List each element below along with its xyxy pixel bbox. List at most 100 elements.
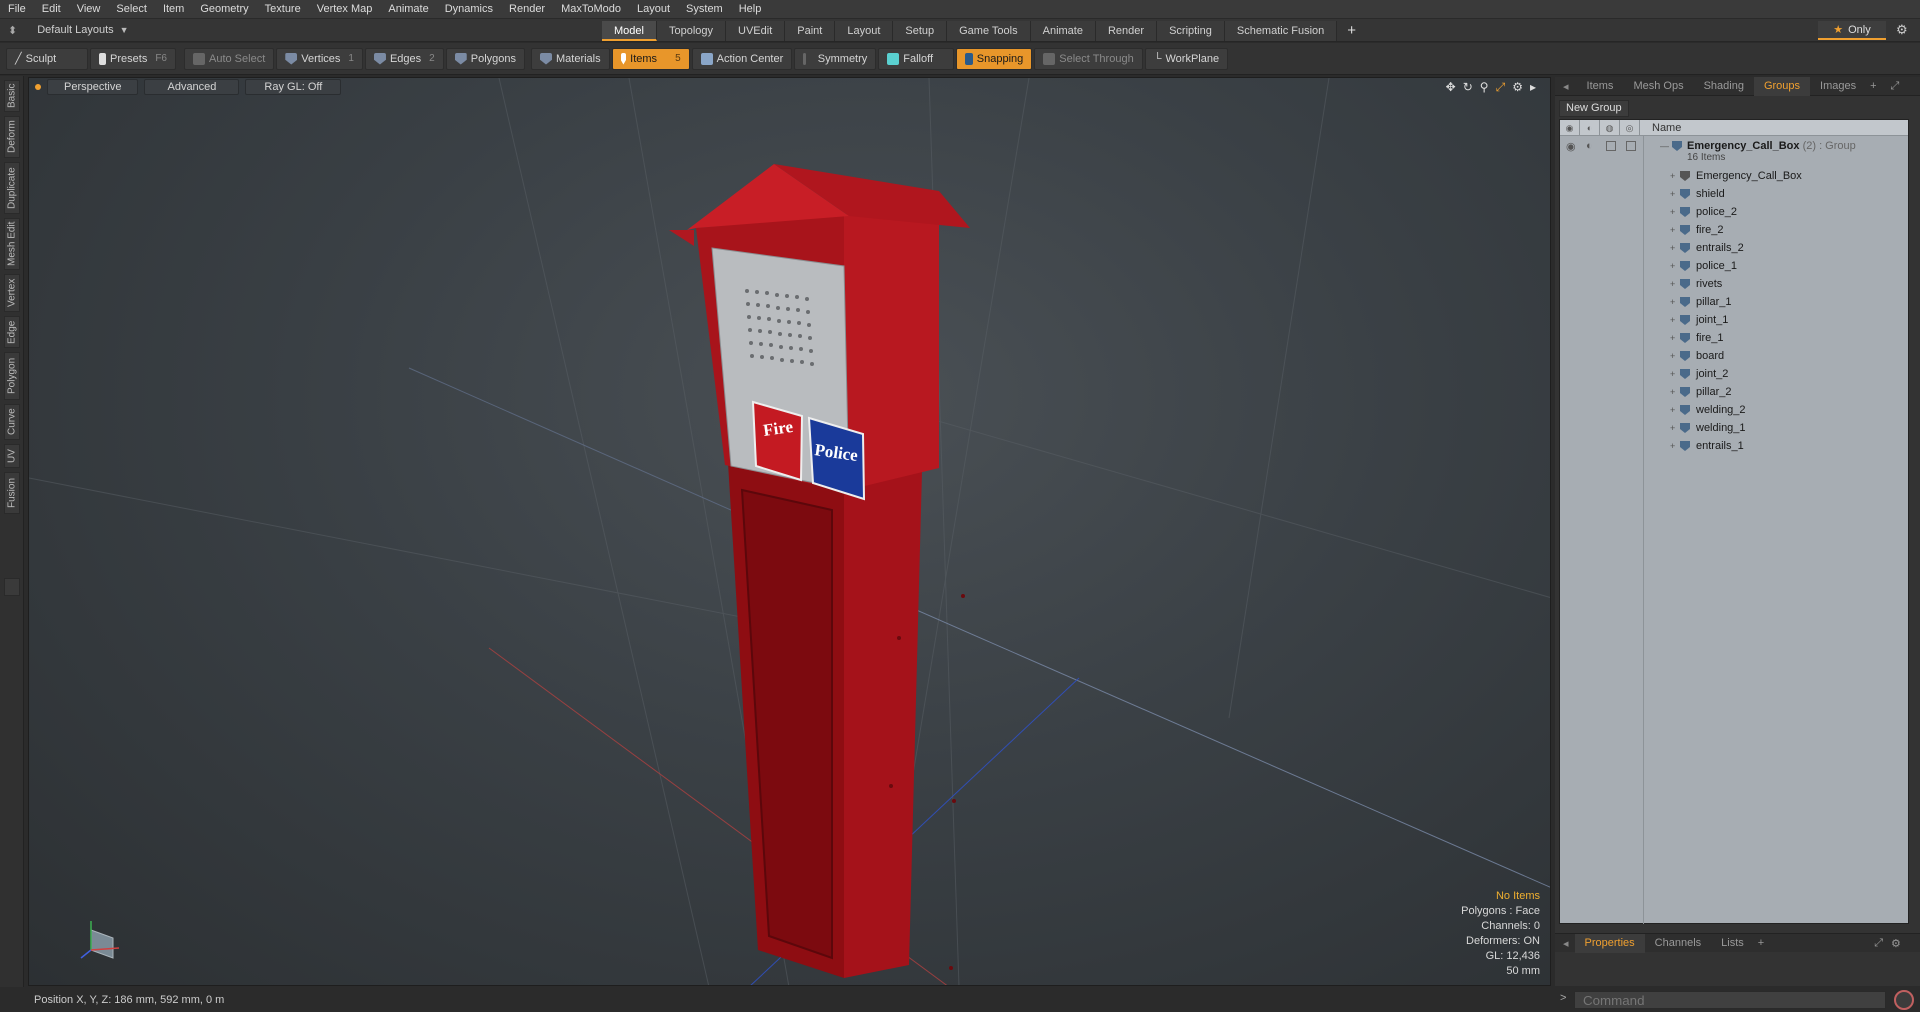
new-group-button[interactable]: New Group	[1559, 100, 1629, 117]
tree-row-item[interactable]: + welding_1	[1560, 419, 1910, 437]
menu-view[interactable]: View	[69, 0, 109, 19]
vtab-curve[interactable]: Curve	[4, 404, 20, 440]
eye-icon[interactable]: ◉	[1566, 140, 1576, 153]
perspective-button[interactable]: Perspective	[47, 79, 139, 95]
menu-maxtomodo[interactable]: MaxToModo	[553, 0, 629, 19]
panel-menu-icon[interactable]: ◂	[1563, 80, 1569, 93]
props-settings-icon[interactable]: ⚙	[1891, 937, 1901, 950]
tab-setup[interactable]: Setup	[893, 21, 948, 41]
tab-images[interactable]: Images	[1810, 77, 1866, 96]
menu-dynamics[interactable]: Dynamics	[437, 0, 501, 19]
tab-layout[interactable]: Layout	[835, 21, 894, 41]
collapse-icon[interactable]: —	[1660, 141, 1669, 151]
expand-icon[interactable]: +	[1670, 261, 1675, 271]
expand-icon[interactable]: +	[1670, 189, 1675, 199]
tree-row-item[interactable]: + fire_2	[1560, 221, 1910, 239]
materials-button[interactable]: Materials	[531, 47, 610, 70]
expand-icon[interactable]: +	[1670, 333, 1675, 343]
menu-vertex-map[interactable]: Vertex Map	[309, 0, 381, 19]
falloff-button[interactable]: Falloff	[878, 47, 955, 70]
vtab-fusion[interactable]: Fusion	[4, 472, 20, 514]
move-view-icon[interactable]: ✥	[1446, 80, 1456, 95]
snapping-button[interactable]: Snapping	[956, 47, 1033, 70]
expand-icon[interactable]: +	[1670, 387, 1675, 397]
tab-groups[interactable]: Groups	[1753, 76, 1811, 96]
fit-view-icon[interactable]: ⤢	[1496, 80, 1506, 95]
expand-icon[interactable]: +	[1670, 423, 1675, 433]
tree-row-item[interactable]: + shield	[1560, 185, 1910, 203]
expand-icon[interactable]: +	[1670, 243, 1675, 253]
tab-lists[interactable]: Lists	[1711, 934, 1754, 953]
tab-model[interactable]: Model	[602, 21, 657, 41]
expand-panel-icon[interactable]: ⤢	[1891, 80, 1900, 93]
menu-layout[interactable]: Layout	[629, 0, 678, 19]
tab-schematic-fusion[interactable]: Schematic Fusion	[1224, 21, 1338, 41]
tab-render[interactable]: Render	[1095, 21, 1158, 41]
tab-properties[interactable]: Properties	[1574, 933, 1645, 953]
command-history-button[interactable]	[1894, 990, 1914, 1010]
symmetry-button[interactable]: Symmetry	[794, 47, 877, 70]
vtab-deform[interactable]: Deform	[4, 116, 20, 158]
expand-icon[interactable]: +	[1670, 315, 1675, 325]
emergency-call-box-model[interactable]	[669, 164, 970, 978]
select-through-button[interactable]: Select Through	[1034, 47, 1143, 70]
vtab-vertex[interactable]: Vertex	[4, 274, 20, 312]
props-menu-icon[interactable]: ◂	[1563, 937, 1569, 950]
add-props-tab-icon[interactable]: +	[1758, 937, 1764, 949]
expand-icon[interactable]: +	[1670, 225, 1675, 235]
tab-topology[interactable]: Topology	[656, 21, 727, 41]
vtab-uv[interactable]: UV	[4, 444, 20, 468]
tree-row-item[interactable]: + Emergency_Call_Box	[1560, 167, 1910, 185]
tree-row-item[interactable]: + entrails_2	[1560, 239, 1910, 257]
tree-row-item[interactable]: + entrails_1	[1560, 437, 1910, 455]
select-toggle[interactable]	[1626, 141, 1636, 151]
menu-render[interactable]: Render	[501, 0, 553, 19]
tree-row-item[interactable]: + joint_2	[1560, 365, 1910, 383]
items-button[interactable]: Items 5	[611, 47, 690, 70]
tab-shading[interactable]: Shading	[1694, 77, 1754, 96]
3d-viewport[interactable]: Fire Police Perspective Advanced Ray GL:…	[28, 77, 1551, 986]
tab-animate[interactable]: Animate	[1030, 21, 1096, 41]
auto-select-button[interactable]: Auto Select	[184, 47, 275, 70]
viewport-menu-icon[interactable]	[35, 84, 41, 90]
render-column-icon[interactable]: ◍	[1600, 119, 1620, 136]
tab-scripting[interactable]: Scripting	[1157, 21, 1225, 41]
menu-texture[interactable]: Texture	[257, 0, 309, 19]
sculpt-button[interactable]: ╱ Sculpt	[6, 47, 88, 70]
add-tab-icon[interactable]: +	[1337, 21, 1366, 41]
menu-animate[interactable]: Animate	[380, 0, 436, 19]
name-column-header[interactable]: Name	[1640, 122, 1681, 134]
viewport-expand-icon[interactable]: ▸	[1530, 80, 1536, 95]
vtab-polygon[interactable]: Polygon	[4, 352, 20, 400]
presets-button[interactable]: Presets F6	[90, 47, 176, 70]
tab-paint[interactable]: Paint	[785, 21, 836, 41]
tab-game-tools[interactable]: Game Tools	[947, 21, 1031, 41]
workplane-button[interactable]: └ WorkPlane	[1144, 47, 1229, 70]
tree-row-item[interactable]: + fire_1	[1560, 329, 1910, 347]
tab-items[interactable]: Items	[1577, 77, 1624, 96]
tree-row-item[interactable]: + police_2	[1560, 203, 1910, 221]
command-input[interactable]	[1574, 991, 1886, 1009]
advanced-button[interactable]: Advanced	[144, 79, 240, 95]
viewport-settings-icon[interactable]: ⚙	[1512, 80, 1523, 95]
tab-mesh-ops[interactable]: Mesh Ops	[1623, 77, 1693, 96]
tree-row-item[interactable]: + board	[1560, 347, 1910, 365]
vtab-duplicate[interactable]: Duplicate	[4, 162, 20, 214]
expand-icon[interactable]: +	[1670, 207, 1675, 217]
lock-icon[interactable]: ◐	[1586, 140, 1593, 152]
rotate-view-icon[interactable]: ↻	[1463, 80, 1473, 95]
visibility-column-icon[interactable]: ◉	[1560, 119, 1580, 136]
layout-selector[interactable]: ⬍ Default Layouts ▼	[0, 24, 600, 37]
vertices-button[interactable]: Vertices 1	[276, 47, 363, 70]
gear-icon[interactable]: ⚙	[1896, 22, 1908, 38]
vtab-collapse[interactable]	[4, 578, 20, 596]
lock-column-icon[interactable]: ◐	[1580, 119, 1600, 136]
menu-edit[interactable]: Edit	[34, 0, 69, 19]
select-column-icon[interactable]: ◎	[1620, 119, 1640, 136]
expand-icon[interactable]: +	[1670, 405, 1675, 415]
expand-icon[interactable]: +	[1670, 441, 1675, 451]
menu-help[interactable]: Help	[731, 0, 770, 19]
zoom-view-icon[interactable]: ⚲	[1480, 80, 1489, 95]
tree-row-item[interactable]: + welding_2	[1560, 401, 1910, 419]
polygons-button[interactable]: Polygons	[445, 47, 525, 70]
